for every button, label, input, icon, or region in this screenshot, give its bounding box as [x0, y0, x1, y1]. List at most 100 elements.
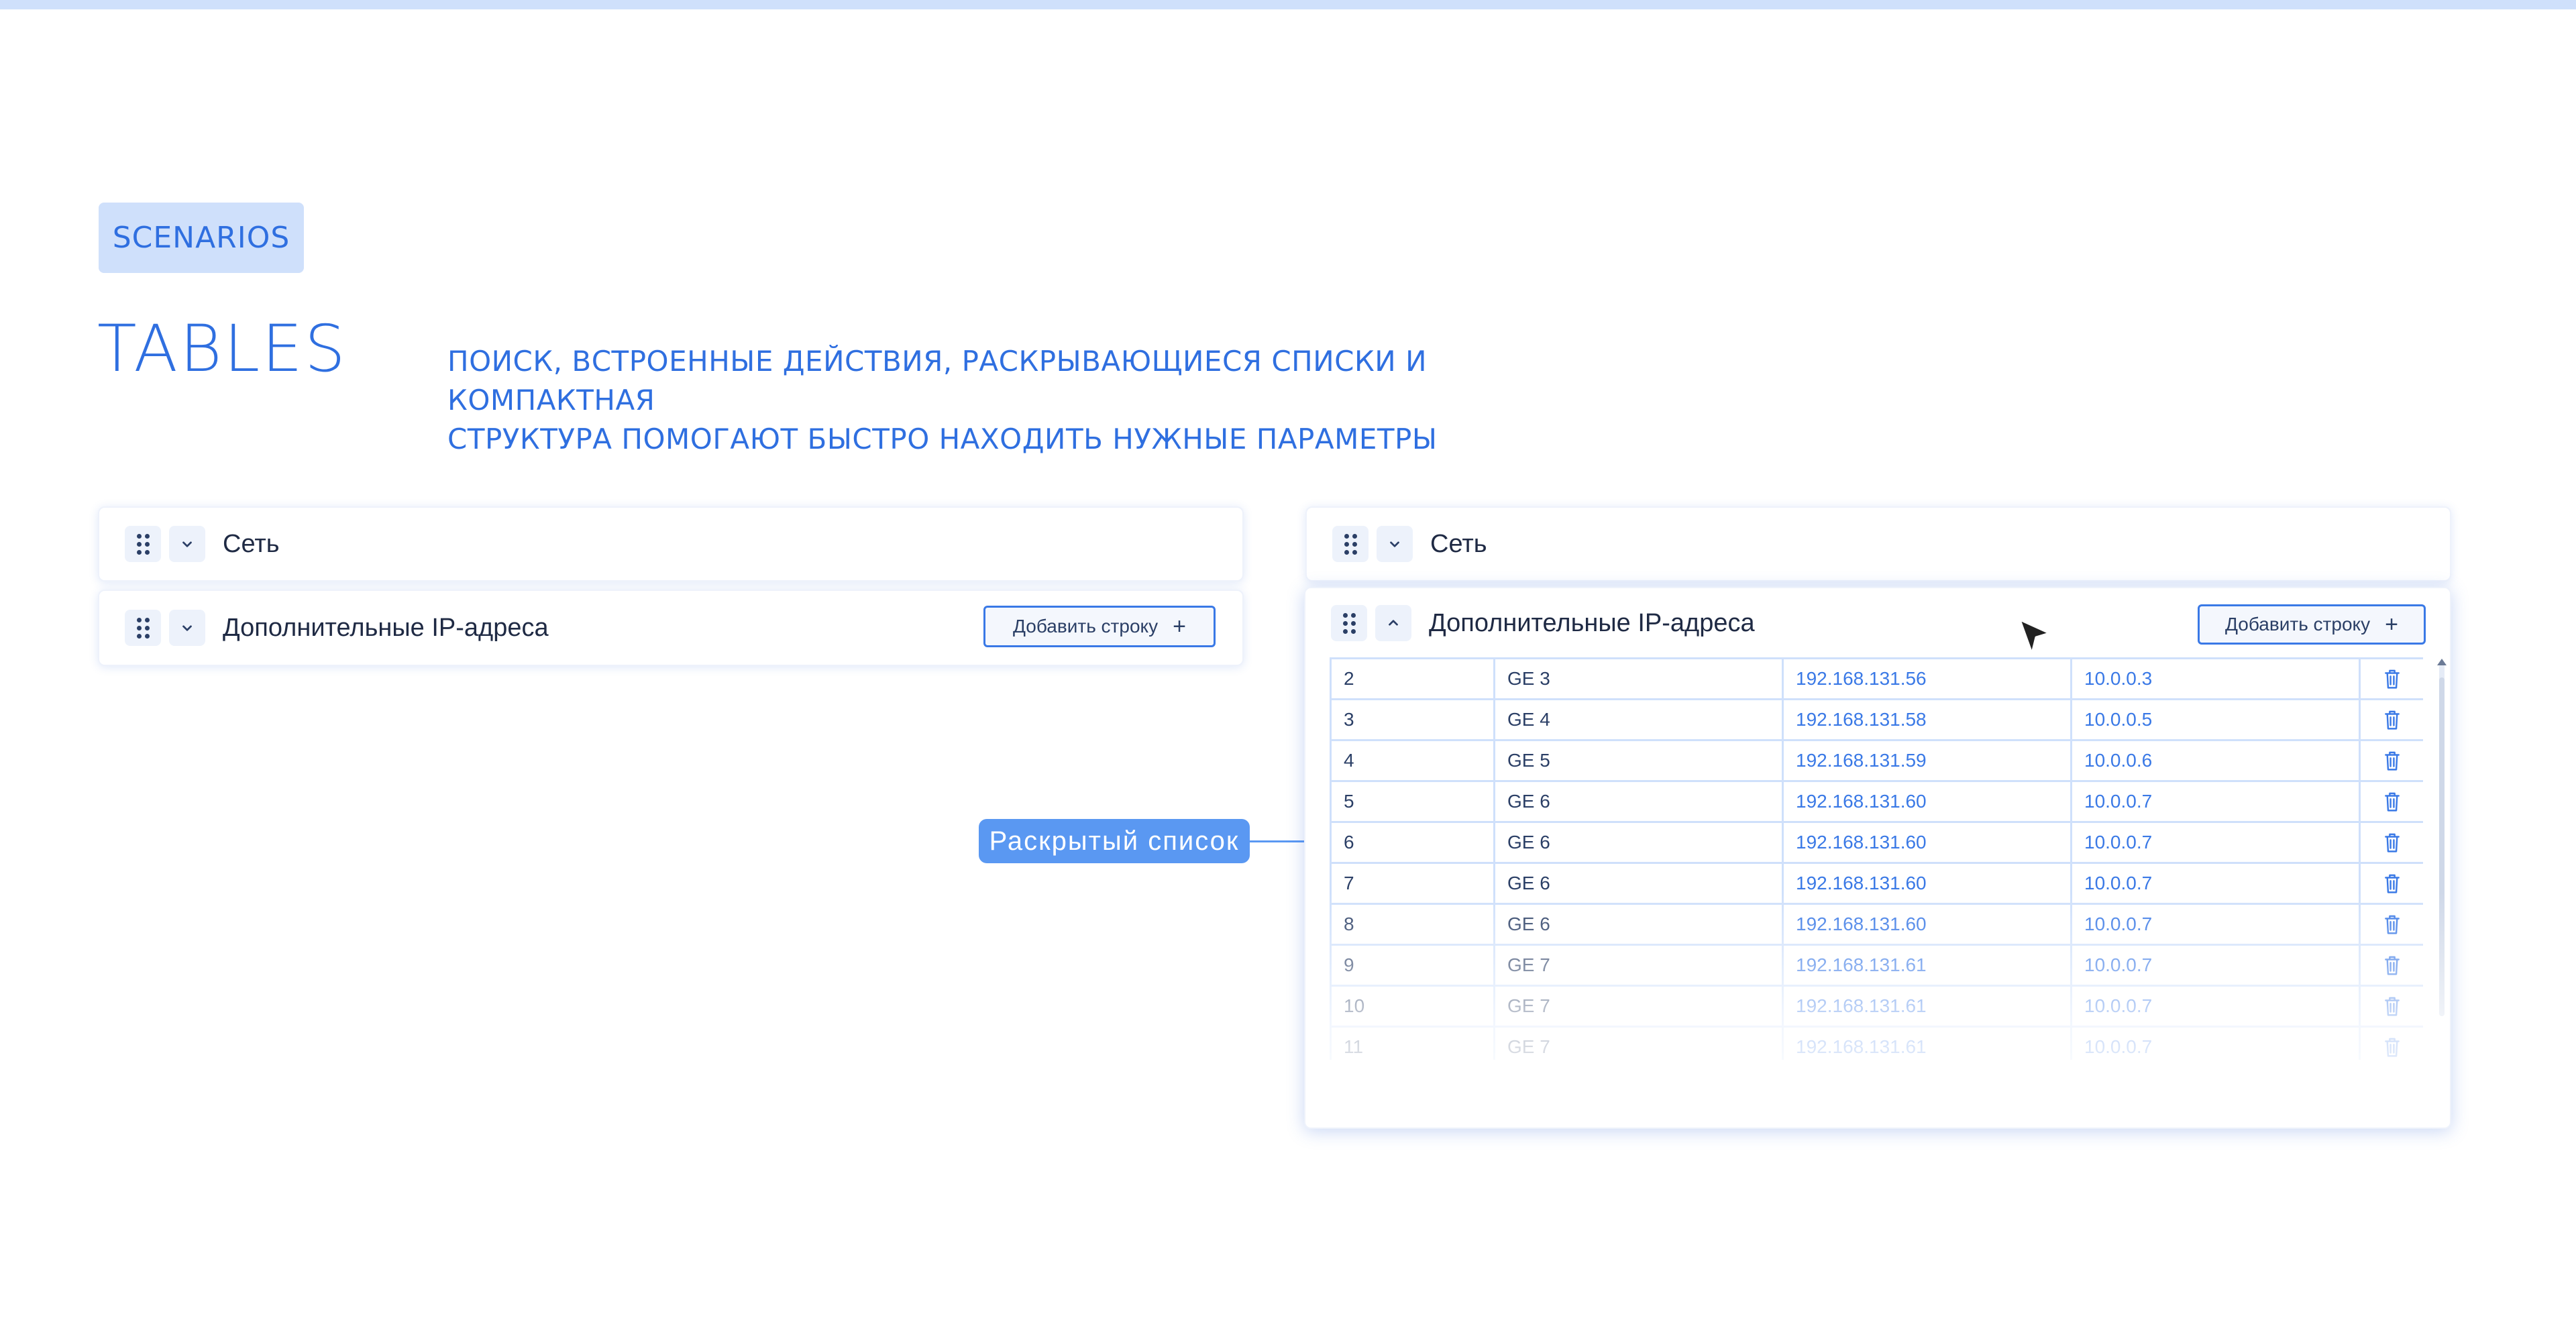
ip-address-cell[interactable]: 192.168.131.59 — [1782, 739, 2072, 782]
trash-icon — [2382, 749, 2402, 771]
row-number: 10 — [1330, 985, 1495, 1028]
ip-addresses-table: 2 GE 3 192.168.131.56 10.0.0.3 3 GE 4 192.168.… — [1330, 657, 2423, 1060]
gateway-cell[interactable]: 10.0.0.6 — [2070, 739, 2361, 782]
page-subtitle: ПОИСК, ВСТРОЕННЫЕ ДЕЙСТВИЯ, РАСКРЫВАЮЩИЕ… — [447, 342, 1588, 459]
page-title: TABLES — [97, 311, 347, 386]
gateway-cell[interactable]: 10.0.0.3 — [2070, 657, 2361, 700]
row-number: 8 — [1330, 903, 1495, 946]
card-title-network: Сеть — [223, 529, 280, 558]
scrollbar-thumb[interactable] — [2439, 677, 2445, 1016]
gateway-cell[interactable]: 10.0.0.5 — [2070, 698, 2361, 741]
trash-icon — [2382, 667, 2402, 689]
chevron-down-icon[interactable] — [1377, 526, 1413, 562]
trash-icon — [2382, 872, 2402, 893]
gateway-cell[interactable]: 10.0.0.7 — [2070, 1026, 2361, 1060]
expanded-list-callout: Раскрытый список — [979, 819, 1250, 863]
chevron-down-icon[interactable] — [169, 526, 205, 562]
table-row[interactable]: 4 GE 5 192.168.131.59 10.0.0.6 — [1330, 739, 2423, 782]
port-cell[interactable]: GE 5 — [1493, 739, 1784, 782]
delete-row-button[interactable] — [2359, 1026, 2423, 1060]
row-number: 4 — [1330, 739, 1495, 782]
table-row[interactable]: 9 GE 7 192.168.131.61 10.0.0.7 — [1330, 944, 2423, 987]
table-row[interactable]: 7 GE 6 192.168.131.60 10.0.0.7 — [1330, 862, 2423, 905]
subtitle-line-2: СТРУКТУРА ПОМОГАЮТ БЫСТРО НАХОДИТЬ НУЖНЫ… — [447, 423, 1438, 455]
left-extra-ip-card[interactable]: Дополнительные IP-адреса Добавить строку… — [98, 590, 1244, 666]
ip-table-scroll-area[interactable]: 2 GE 3 192.168.131.56 10.0.0.3 3 GE 4 192.168.… — [1330, 657, 2423, 1060]
row-number: 3 — [1330, 698, 1495, 741]
scroll-up-arrow-icon[interactable] — [2437, 659, 2447, 665]
trash-icon — [2382, 913, 2402, 934]
gateway-cell[interactable]: 10.0.0.7 — [2070, 903, 2361, 946]
section-badge: SCENARIOS — [99, 203, 304, 273]
table-row[interactable]: 5 GE 6 192.168.131.60 10.0.0.7 — [1330, 780, 2423, 823]
drag-handle-icon[interactable] — [125, 610, 161, 646]
table-row[interactable]: 2 GE 3 192.168.131.56 10.0.0.3 — [1330, 657, 2423, 700]
ip-address-cell[interactable]: 192.168.131.60 — [1782, 821, 2072, 864]
drag-handle-icon[interactable] — [125, 526, 161, 562]
delete-row-button[interactable] — [2359, 739, 2423, 782]
trash-icon — [2382, 1036, 2402, 1057]
port-cell[interactable]: GE 3 — [1493, 657, 1784, 700]
ip-address-cell[interactable]: 192.168.131.61 — [1782, 944, 2072, 987]
gateway-cell[interactable]: 10.0.0.7 — [2070, 944, 2361, 987]
add-row-label: Добавить строку — [2225, 614, 2371, 635]
table-row[interactable]: 8 GE 6 192.168.131.60 10.0.0.7 — [1330, 903, 2423, 946]
port-cell[interactable]: GE 7 — [1493, 1026, 1784, 1060]
delete-row-button[interactable] — [2359, 821, 2423, 864]
top-accent-bar — [0, 0, 2576, 9]
gateway-cell[interactable]: 10.0.0.7 — [2070, 862, 2361, 905]
ip-address-cell[interactable]: 192.168.131.61 — [1782, 1026, 2072, 1060]
trash-icon — [2382, 954, 2402, 975]
ip-address-cell[interactable]: 192.168.131.58 — [1782, 698, 2072, 741]
delete-row-button[interactable] — [2359, 862, 2423, 905]
drag-handle-icon[interactable] — [1331, 605, 1367, 641]
card-title-extra-ip: Дополнительные IP-адреса — [223, 613, 549, 642]
trash-icon — [2382, 995, 2402, 1016]
right-network-card[interactable]: Сеть — [1305, 506, 2451, 582]
trash-icon — [2382, 831, 2402, 852]
port-cell[interactable]: GE 6 — [1493, 821, 1784, 864]
gateway-cell[interactable]: 10.0.0.7 — [2070, 821, 2361, 864]
trash-icon — [2382, 790, 2402, 812]
port-cell[interactable]: GE 6 — [1493, 780, 1784, 823]
plus-icon: + — [2385, 612, 2398, 637]
delete-row-button[interactable] — [2359, 780, 2423, 823]
trash-icon — [2382, 708, 2402, 730]
plus-icon: + — [1173, 614, 1186, 639]
card-title-network: Сеть — [1430, 529, 1487, 558]
add-row-button[interactable]: Добавить строку + — [2198, 604, 2426, 645]
row-number: 11 — [1330, 1026, 1495, 1060]
gateway-cell[interactable]: 10.0.0.7 — [2070, 780, 2361, 823]
gateway-cell[interactable]: 10.0.0.7 — [2070, 985, 2361, 1028]
port-cell[interactable]: GE 4 — [1493, 698, 1784, 741]
table-row[interactable]: 11 GE 7 192.168.131.61 10.0.0.7 — [1330, 1026, 2423, 1060]
chevron-down-icon[interactable] — [169, 610, 205, 646]
row-number: 6 — [1330, 821, 1495, 864]
port-cell[interactable]: GE 6 — [1493, 903, 1784, 946]
table-row[interactable]: 3 GE 4 192.168.131.58 10.0.0.5 — [1330, 698, 2423, 741]
row-number: 2 — [1330, 657, 1495, 700]
ip-address-cell[interactable]: 192.168.131.61 — [1782, 985, 2072, 1028]
delete-row-button[interactable] — [2359, 657, 2423, 700]
row-number: 9 — [1330, 944, 1495, 987]
row-number: 7 — [1330, 862, 1495, 905]
card-title-extra-ip: Дополнительные IP-адреса — [1429, 608, 1755, 637]
port-cell[interactable]: GE 7 — [1493, 985, 1784, 1028]
table-row[interactable]: 6 GE 6 192.168.131.60 10.0.0.7 — [1330, 821, 2423, 864]
ip-address-cell[interactable]: 192.168.131.60 — [1782, 862, 2072, 905]
row-number: 5 — [1330, 780, 1495, 823]
drag-handle-icon[interactable] — [1332, 526, 1368, 562]
delete-row-button[interactable] — [2359, 698, 2423, 741]
ip-address-cell[interactable]: 192.168.131.60 — [1782, 903, 2072, 946]
delete-row-button[interactable] — [2359, 985, 2423, 1028]
port-cell[interactable]: GE 6 — [1493, 862, 1784, 905]
delete-row-button[interactable] — [2359, 944, 2423, 987]
left-network-card[interactable]: Сеть — [98, 506, 1244, 582]
add-row-button[interactable]: Добавить строку + — [983, 606, 1216, 647]
chevron-up-icon[interactable] — [1375, 605, 1411, 641]
port-cell[interactable]: GE 7 — [1493, 944, 1784, 987]
ip-address-cell[interactable]: 192.168.131.60 — [1782, 780, 2072, 823]
table-row[interactable]: 10 GE 7 192.168.131.61 10.0.0.7 — [1330, 985, 2423, 1028]
ip-address-cell[interactable]: 192.168.131.56 — [1782, 657, 2072, 700]
delete-row-button[interactable] — [2359, 903, 2423, 946]
